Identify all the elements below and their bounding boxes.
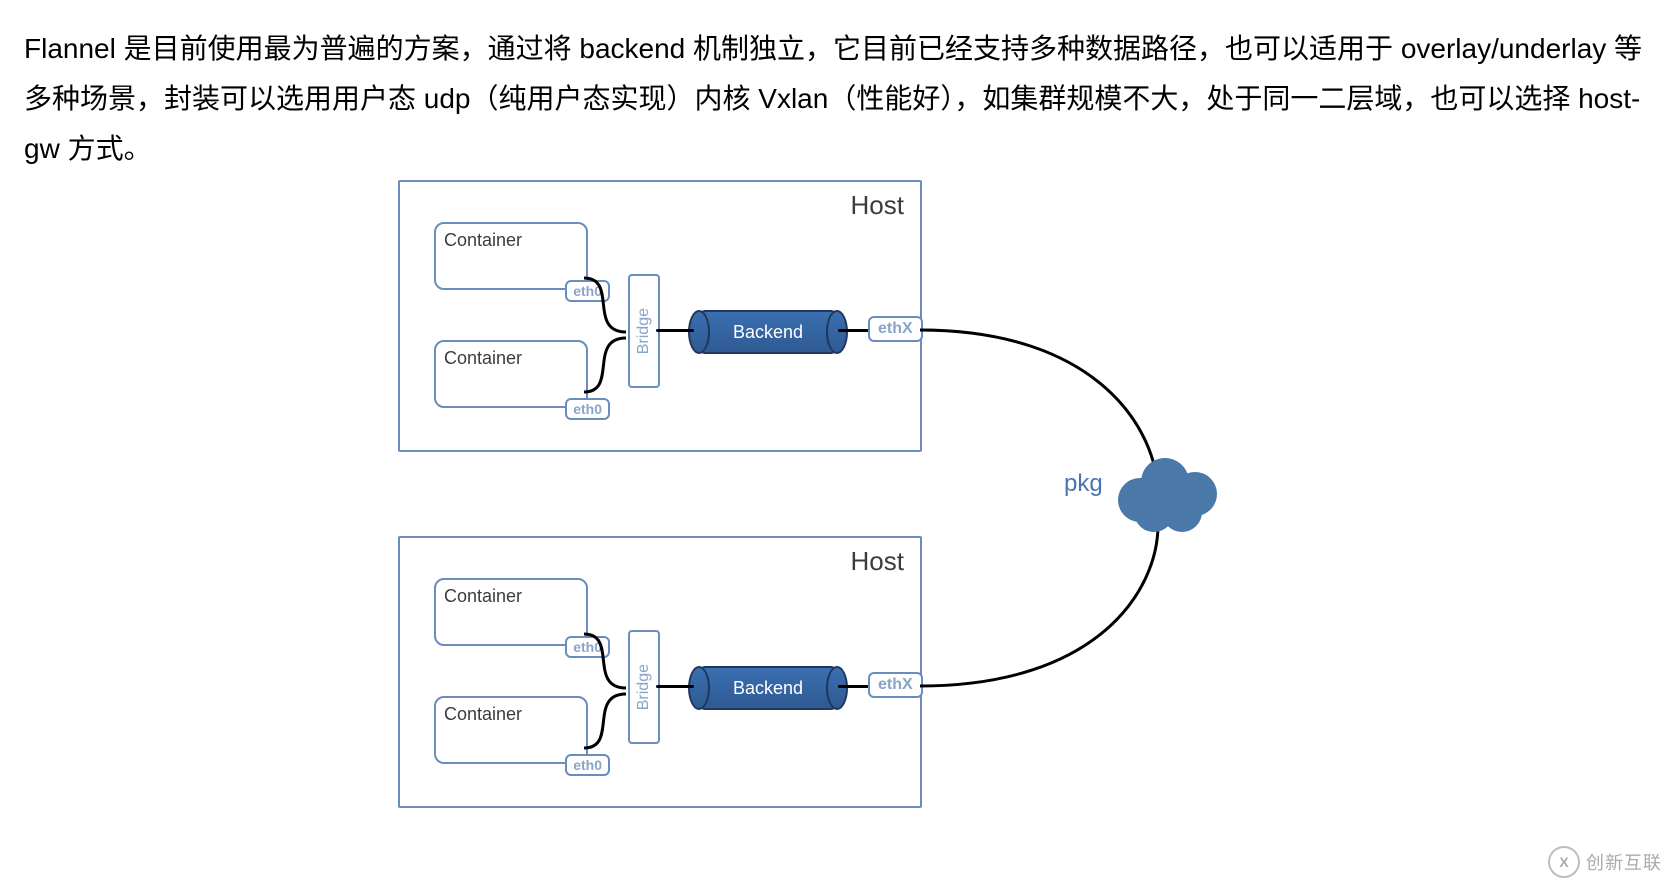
watermark: X 创新互联 (1548, 846, 1662, 878)
container-label: Container (444, 704, 522, 725)
ethx-badge: ethX (868, 316, 923, 342)
host-box-bottom: Host Container eth0 Container eth0 Bridg… (398, 536, 922, 808)
backend-box: Backend (696, 666, 840, 710)
eth0-badge: eth0 (565, 754, 610, 776)
container-label: Container (444, 348, 522, 369)
host-label: Host (851, 190, 904, 221)
watermark-text: 创新互联 (1586, 849, 1662, 875)
cloud-icon (1110, 450, 1230, 540)
pkg-label: pkg (1064, 470, 1103, 498)
watermark-logo-icon: X (1548, 846, 1580, 878)
bridge-label: Bridge (635, 308, 653, 354)
eth0-badge: eth0 (565, 636, 610, 658)
backend-label: Backend (733, 678, 803, 699)
container-label: Container (444, 586, 522, 607)
description-text: Flannel 是目前使用最为普遍的方案，通过将 backend 机制独立，它目… (24, 24, 1648, 174)
container-label: Container (444, 230, 522, 251)
container-box: Container eth0 (434, 340, 588, 408)
host-label: Host (851, 546, 904, 577)
eth0-badge: eth0 (565, 280, 610, 302)
backend-box: Backend (696, 310, 840, 354)
ethx-badge: ethX (868, 672, 923, 698)
backend-label: Backend (733, 322, 803, 343)
bridge-label: Bridge (635, 664, 653, 710)
host-box-top: Host Container eth0 Container eth0 Bridg… (398, 180, 922, 452)
container-box: Container eth0 (434, 696, 588, 764)
wire-bridge-backend (656, 329, 694, 332)
wire-backend-ethx (838, 685, 870, 688)
wire-bridge-backend (656, 685, 694, 688)
eth0-badge: eth0 (565, 398, 610, 420)
container-box: Container eth0 (434, 222, 588, 290)
container-box: Container eth0 (434, 578, 588, 646)
network-diagram: Host Container eth0 Container eth0 Bridg… (0, 160, 1672, 880)
wire-backend-ethx (838, 329, 870, 332)
